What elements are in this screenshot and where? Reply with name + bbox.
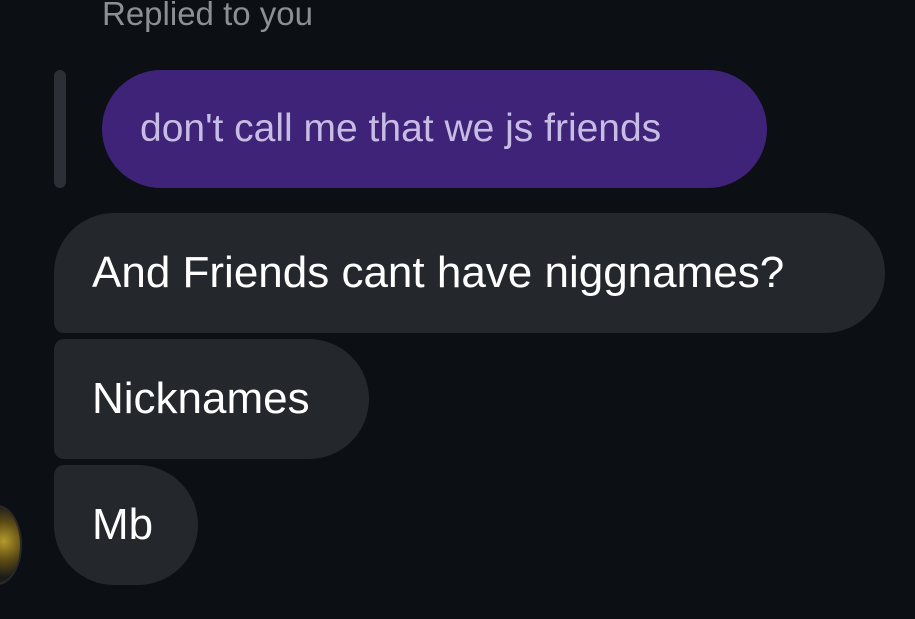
sender-avatar[interactable]	[0, 505, 22, 585]
reply-indicator-bar	[54, 70, 66, 188]
reply-context-label: Replied to you	[102, 0, 313, 32]
message-text: Mb	[92, 500, 154, 549]
message-text: And Friends cant have niggnames?	[92, 248, 785, 297]
message-text: Nicknames	[92, 374, 310, 423]
chat-thread: Replied to you don't call me that we js …	[0, 0, 915, 619]
message-bubble[interactable]: Nicknames	[54, 339, 369, 459]
message-bubble[interactable]: And Friends cant have niggnames?	[54, 213, 885, 333]
message-bubble[interactable]: Mb	[54, 465, 198, 585]
quoted-message-bubble[interactable]: don't call me that we js friends	[102, 70, 767, 188]
quoted-message-text: don't call me that we js friends	[140, 107, 662, 150]
